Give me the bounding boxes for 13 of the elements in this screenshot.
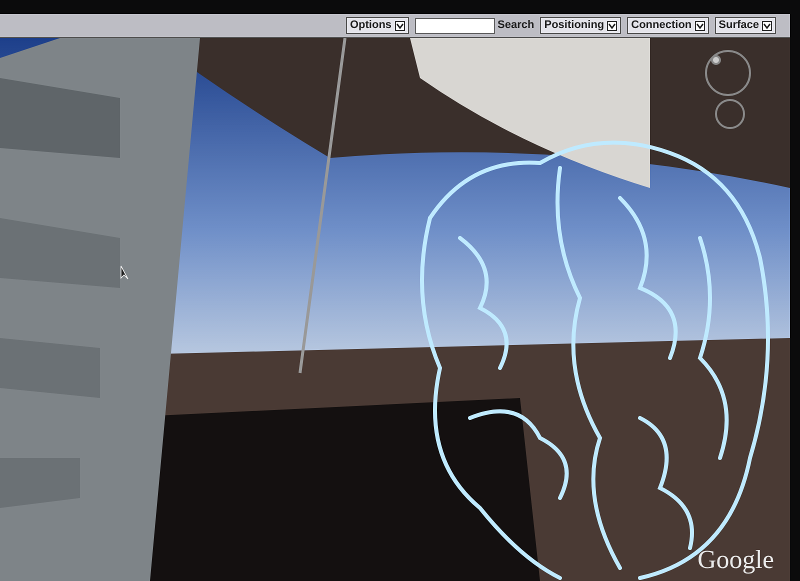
search-label: Search (498, 18, 534, 34)
dropdown-button[interactable]: Positioning (540, 17, 622, 34)
dropdown-button[interactable]: Surface (714, 17, 776, 34)
navigation-control-icon[interactable] (705, 50, 751, 96)
caret-icon (762, 20, 772, 30)
dropdown-button[interactable]: Connection (627, 17, 709, 34)
dropdown-button[interactable]: Options (346, 17, 409, 34)
caret-icon (694, 20, 705, 30)
search-field[interactable] (414, 18, 495, 34)
caret-icon (394, 20, 405, 30)
map-logo: Google (697, 544, 774, 576)
caret-icon (607, 20, 618, 30)
zoom-control-icon[interactable] (715, 99, 745, 129)
